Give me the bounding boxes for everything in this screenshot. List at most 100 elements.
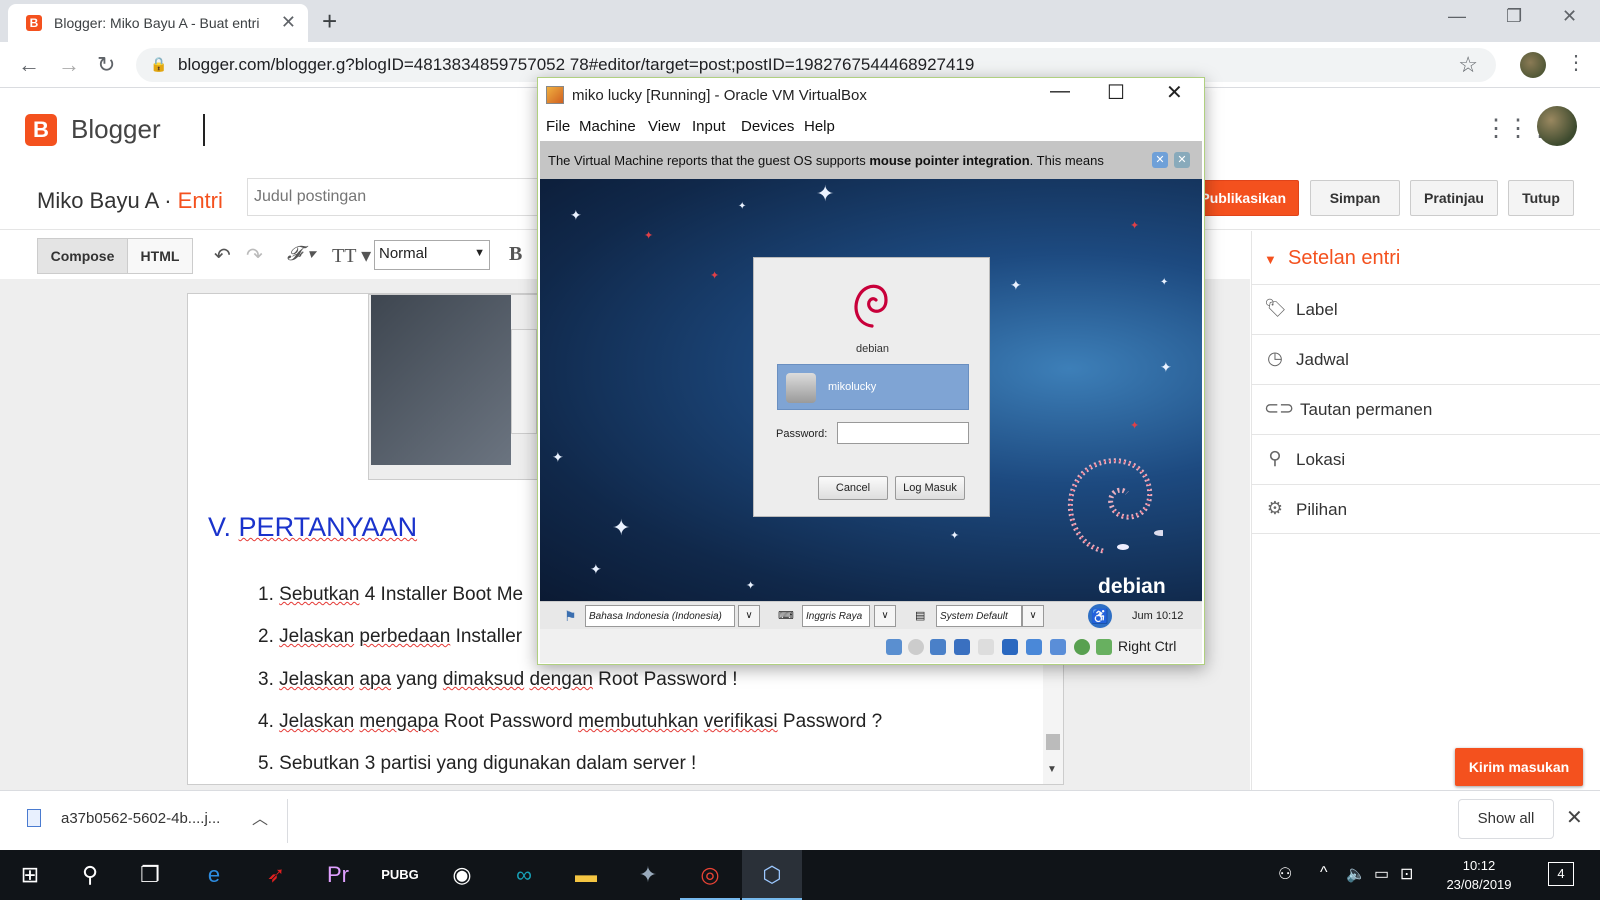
vbox-minimize-icon[interactable]: — [1050,80,1070,103]
menu-view[interactable]: View [648,118,680,135]
keyboard-select[interactable]: Inggris Raya [802,605,870,627]
steam-icon[interactable]: ◉ [432,850,492,900]
bookmark-star-icon[interactable]: ☆ [1458,52,1478,78]
start-windows-icon[interactable]: ⊞ [0,850,60,900]
taskbar-clock[interactable]: 10:12 23/08/2019 [1444,856,1514,894]
heading-prefix: V. [208,512,239,542]
close-window-icon[interactable]: ✕ [1562,6,1577,27]
language-select[interactable]: Bahasa Indonesia (Indonesia) [585,605,735,627]
video-capture-icon[interactable] [1050,639,1066,655]
language-dropdown-arrow[interactable]: ∨ [738,605,760,627]
save-button[interactable]: Simpan [1310,180,1400,216]
session-select[interactable]: System Default [936,605,1022,627]
bold-button[interactable]: B [509,243,522,266]
menu-devices[interactable]: Devices [741,118,794,135]
restore-icon[interactable]: ❐ [1506,6,1522,27]
reload-icon[interactable]: ↻ [97,52,115,78]
hard-disk-icon[interactable] [886,639,902,655]
people-icon[interactable]: ⚇ [1278,864,1292,884]
edge-browser-icon[interactable]: e [184,850,244,900]
more-menu-icon[interactable]: ⋮ [1566,50,1586,75]
accessibility-icon[interactable]: ♿ [1088,604,1112,628]
notice-close-icon[interactable]: ✕ [1174,152,1190,168]
session-dropdown-arrow[interactable]: ∨ [1022,605,1044,627]
scroll-down-arrow-icon[interactable]: ▼ [1047,764,1057,775]
network-icon[interactable]: ⊡ [1400,864,1413,884]
arduino-icon[interactable]: ∞ [494,850,554,900]
send-feedback-button[interactable]: Kirim masukan [1455,748,1583,786]
preview-button[interactable]: Pratinjau [1410,180,1498,216]
forward-arrow-icon[interactable]: → [58,52,80,78]
cpu-activity-icon[interactable] [1074,639,1090,655]
garena-icon[interactable]: ➶ [246,850,306,900]
embedded-image[interactable] [368,294,538,480]
html-mode-button[interactable]: HTML [127,238,193,274]
menu-machine[interactable]: Machine [579,118,636,135]
sidebar-item-permalink[interactable]: ⊂⊃ Tautan permanen [1252,384,1600,434]
guest-display[interactable]: ✦ ✦ ✦ ✦ ✦ ✦ ✦ ✦ ✦ ✦ ✦ ✦ ✦ ✦ ✦ debian mik… [540,179,1202,601]
font-size-icon[interactable]: TT ▾ [332,243,371,268]
close-shelf-icon[interactable]: ✕ [1566,805,1583,830]
mouse-integration-icon[interactable] [1096,639,1112,655]
file-explorer-icon[interactable]: ▬ [556,850,616,900]
close-tab-icon[interactable]: ✕ [281,12,296,33]
menu-input[interactable]: Input [692,118,725,135]
pubg-icon[interactable]: PUBG [370,850,430,900]
blog-name[interactable]: Miko Bayu A [37,188,158,213]
keyboard-dropdown-arrow[interactable]: ∨ [874,605,896,627]
notification-center-icon[interactable]: 4 [1548,862,1574,886]
sidebar-item-schedule[interactable]: ◷ Jadwal [1252,334,1600,384]
shared-folders-icon[interactable] [1002,639,1018,655]
show-all-button[interactable]: Show all [1458,799,1554,839]
redo-icon[interactable]: ↷ [246,243,263,268]
url-text[interactable]: blogger.com/blogger.g?blogID=48138348597… [178,55,974,75]
chrome-icon[interactable]: ◎ [680,850,740,900]
post-title-input[interactable] [247,178,567,216]
premiere-pro-icon[interactable]: Pr [308,850,368,900]
menu-file[interactable]: File [546,118,570,135]
account-avatar[interactable] [1537,106,1577,146]
undo-icon[interactable]: ↶ [214,243,231,268]
post-settings-title[interactable]: ▼ Setelan entri [1264,247,1400,270]
chevron-up-icon[interactable]: ^ [1320,864,1328,882]
minimize-icon[interactable]: — [1448,6,1466,27]
close-button[interactable]: Tutup [1508,180,1574,216]
sidebar-item-options[interactable]: ⚙ Pilihan [1252,484,1600,534]
menu-help[interactable]: Help [804,118,835,135]
question-text: dimaksud [442,669,525,690]
game-app-icon[interactable]: ✦ [618,850,678,900]
usb-icon[interactable] [978,639,994,655]
cancel-button[interactable]: Cancel [818,476,888,500]
browser-tab[interactable]: B Blogger: Miko Bayu A - Buat entri ✕ [8,4,308,42]
profile-avatar[interactable] [1520,52,1546,78]
chevron-up-icon[interactable]: ︿ [252,805,268,829]
blogger-brand[interactable]: Blogger [71,114,161,145]
question-text: membutuhkan [578,711,699,732]
sidebar-item-label[interactable]: 🏷 Label [1252,284,1600,334]
sidebar-item-location[interactable]: ⚲ Lokasi [1252,434,1600,484]
notice-info-icon[interactable]: ✕ [1152,152,1168,168]
format-select[interactable]: Normal ▼ [374,240,490,270]
password-input[interactable] [837,422,969,444]
font-family-icon[interactable]: 𝓕 ▾ [287,243,315,266]
blogger-logo-icon[interactable]: B [25,114,57,146]
vbox-titlebar[interactable]: miko lucky [Running] - Oracle VM Virtual… [538,78,1204,112]
volume-icon[interactable]: 🔈 [1346,864,1366,884]
virtualbox-icon[interactable]: ⬡ [742,850,802,900]
back-arrow-icon[interactable]: ← [18,52,40,78]
audio-icon[interactable] [930,639,946,655]
task-view-icon[interactable]: ❐ [120,850,180,900]
vbox-close-icon[interactable]: ✕ [1166,80,1183,105]
battery-icon[interactable]: ▭ [1374,864,1389,884]
search-icon[interactable]: ⚲ [60,850,120,900]
scrollbar-thumb[interactable] [1046,734,1060,750]
network-adapter-icon[interactable] [954,639,970,655]
new-tab-button[interactable]: + [322,6,337,37]
user-list-item[interactable]: mikolucky [777,364,969,410]
compose-mode-button[interactable]: Compose [37,238,128,274]
display-icon[interactable] [1026,639,1042,655]
optical-drive-icon[interactable] [908,639,924,655]
download-filename[interactable]: a37b0562-5602-4b....j... [61,810,220,827]
vbox-maximize-icon[interactable]: ☐ [1107,80,1125,105]
login-button[interactable]: Log Masuk [895,476,965,500]
